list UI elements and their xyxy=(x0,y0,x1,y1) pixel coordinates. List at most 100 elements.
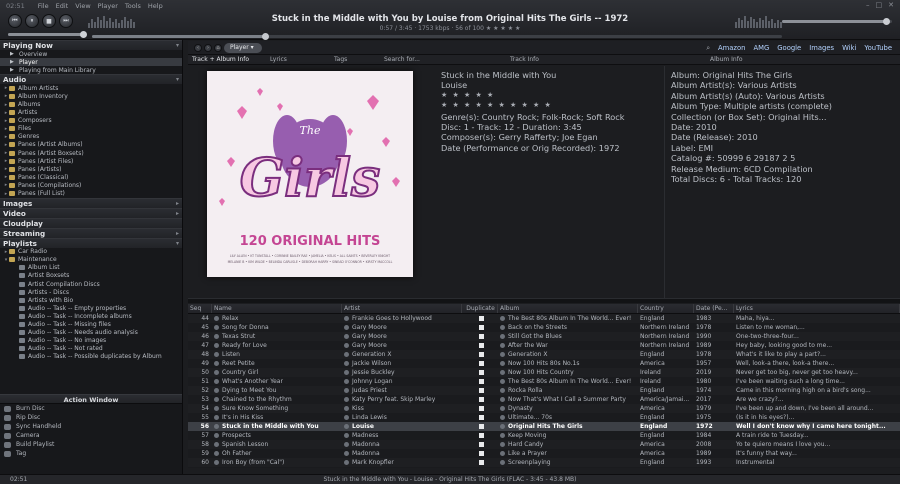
duplicate-checkbox[interactable] xyxy=(478,361,484,366)
cell-duplicate[interactable] xyxy=(462,413,498,422)
menu-tools[interactable]: Tools xyxy=(125,2,141,10)
back-button[interactable]: ‹ xyxy=(194,44,202,52)
cell-duplicate[interactable] xyxy=(462,377,498,386)
pause-button[interactable]: ⏸ xyxy=(25,14,39,28)
cell-duplicate[interactable] xyxy=(462,341,498,350)
tree-item-artist-compilation-discs[interactable]: Artist Compilation Discs xyxy=(0,280,182,288)
duplicate-checkbox[interactable] xyxy=(478,415,484,420)
duplicate-checkbox[interactable] xyxy=(478,325,484,330)
tree-item-artists[interactable]: ▸ Artists xyxy=(0,109,182,117)
table-row[interactable]: 47 Ready for Love Gary Moore After the War N… xyxy=(188,341,900,350)
table-row[interactable]: 56 Stuck in the Middle with You Louise Orig… xyxy=(188,422,900,431)
cell-duplicate[interactable] xyxy=(462,440,498,449)
duplicate-checkbox[interactable] xyxy=(478,424,484,429)
column-date[interactable]: Date (Pe... xyxy=(694,304,734,313)
tree-item-panes-artists[interactable]: ▸ Panes (Artists) xyxy=(0,165,182,173)
menu-edit[interactable]: Edit xyxy=(56,2,69,10)
tree-item-composers[interactable]: ▸ Composers xyxy=(0,117,182,125)
tree-item-genres[interactable]: ▸ Genres xyxy=(0,133,182,141)
tree-item-playing-from-main-library[interactable]: ▶ Playing from Main Library xyxy=(0,66,182,74)
duplicate-checkbox[interactable] xyxy=(478,352,484,357)
tree-item-artists-with-bio[interactable]: Artists with Bio xyxy=(0,296,182,304)
table-row[interactable]: 55 It's in His Kiss Linda Lewis Ultimate...… xyxy=(188,413,900,422)
menu-file[interactable]: File xyxy=(38,2,49,10)
table-row[interactable]: 53 Chained to the Rhythm Katy Perry feat. … xyxy=(188,395,900,404)
cell-duplicate[interactable] xyxy=(462,395,498,404)
duplicate-checkbox[interactable] xyxy=(478,379,484,384)
tab-lyrics[interactable]: Lyrics xyxy=(270,56,287,63)
tree-item-audio-task-not-rated[interactable]: Audio -- Task -- Not rated xyxy=(0,345,182,353)
column-artist[interactable]: Artist xyxy=(342,304,462,313)
section-playlists[interactable]: Playlists ▾ xyxy=(0,237,182,248)
table-row[interactable]: 49 Reet Petite Jackie Wilson Now 100 Hits 8… xyxy=(188,359,900,368)
pane-splitter[interactable] xyxy=(188,298,900,303)
action-camera[interactable]: Camera xyxy=(0,431,182,440)
duplicate-checkbox[interactable] xyxy=(478,370,484,375)
view-selector[interactable]: Player ▾ xyxy=(224,43,262,53)
cell-duplicate[interactable] xyxy=(462,359,498,368)
close-button[interactable]: ✕ xyxy=(888,1,894,9)
column-country[interactable]: Country xyxy=(638,304,694,313)
previous-button[interactable]: ⏮ xyxy=(8,14,22,28)
duplicate-checkbox[interactable] xyxy=(478,442,484,447)
table-row[interactable]: 57 Prospects Madness Keep Moving England 1984… xyxy=(188,431,900,440)
tab-tags[interactable]: Tags xyxy=(334,56,347,63)
cell-duplicate[interactable] xyxy=(462,368,498,377)
table-row[interactable]: 44 Relax Frankie Goes to Hollywood The Best… xyxy=(188,314,900,323)
volume-slider[interactable] xyxy=(782,18,892,25)
section-playing-now[interactable]: Playing Now ▾ xyxy=(0,40,182,50)
duplicate-checkbox[interactable] xyxy=(478,316,484,321)
link-wiki[interactable]: Wiki xyxy=(842,44,856,53)
cell-duplicate[interactable] xyxy=(462,422,498,431)
section-images[interactable]: Images ▸ xyxy=(0,197,182,208)
cell-duplicate[interactable] xyxy=(462,350,498,359)
menu-help[interactable]: Help xyxy=(148,2,163,10)
table-row[interactable]: 51 What's Another Year Johnny Logan The Bes… xyxy=(188,377,900,386)
link-amazon[interactable]: Amazon xyxy=(718,44,745,53)
cell-duplicate[interactable] xyxy=(462,332,498,341)
table-row[interactable]: 52 Dying to Meet You Judas Priest Rocka Rol… xyxy=(188,386,900,395)
cell-duplicate[interactable] xyxy=(462,314,498,323)
tree-item-files[interactable]: ▸ Files xyxy=(0,125,182,133)
tree-item-audio-task-missing-files[interactable]: Audio -- Task -- Missing files xyxy=(0,320,182,328)
cell-duplicate[interactable] xyxy=(462,323,498,332)
column-seq[interactable]: Seq xyxy=(188,304,212,313)
cell-duplicate[interactable] xyxy=(462,431,498,440)
tree-item-artists-discs[interactable]: Artists - Discs xyxy=(0,288,182,296)
table-row[interactable]: 58 Spanish Lesson Madonna Hard Candy America… xyxy=(188,440,900,449)
rating-stars[interactable]: ★ ★ ★ ★ ★ xyxy=(441,91,661,101)
seek-bar[interactable] xyxy=(92,33,782,40)
table-row[interactable]: 54 Sure Know Something Kiss Dynasty America 1… xyxy=(188,404,900,413)
action-burn-disc[interactable]: Burn Disc xyxy=(0,404,182,413)
tab-track-album-info[interactable]: Track + Album Info xyxy=(192,56,249,63)
action-tag[interactable]: Tag xyxy=(0,449,182,458)
tree-item-panes-artist-albums[interactable]: ▸ Panes (Artist Albums) xyxy=(0,141,182,149)
tree-item-player[interactable]: ▶ Player xyxy=(0,58,182,67)
action-build-playlist[interactable]: Build Playlist xyxy=(0,440,182,449)
tree-item-maintenance[interactable]: ▾ Maintenance xyxy=(0,256,182,264)
section-streaming[interactable]: Streaming ▸ xyxy=(0,227,182,238)
tree-item-panes-full-list[interactable]: ▸ Panes (Full List) xyxy=(0,190,182,198)
stop-button[interactable]: ■ xyxy=(42,14,56,28)
link-youtube[interactable]: YouTube xyxy=(864,44,892,53)
tree-item-album-list[interactable]: Album List xyxy=(0,264,182,272)
section-cloudplay[interactable]: Cloudplay xyxy=(0,217,182,228)
duplicate-checkbox[interactable] xyxy=(478,460,484,465)
table-row[interactable]: 59 Oh Father Madonna Like a Prayer America 19… xyxy=(188,449,900,458)
tree-item-albums[interactable]: ▸ Albums xyxy=(0,100,182,108)
table-row[interactable]: 50 Country Girl Jessie Buckley Now 100 Hits… xyxy=(188,368,900,377)
link-images[interactable]: Images xyxy=(809,44,834,53)
section-audio[interactable]: Audio ▾ xyxy=(0,74,182,85)
column-album[interactable]: Album xyxy=(498,304,638,313)
duplicate-checkbox[interactable] xyxy=(478,433,484,438)
tree-item-audio-task-needs-audio-analysis[interactable]: Audio -- Task -- Needs audio analysis xyxy=(0,329,182,337)
tree-item-audio-task-incomplete-albums[interactable]: Audio -- Task -- Incomplete albums xyxy=(0,312,182,320)
tree-item-panes-artist-files[interactable]: ▸ Panes (Artist Files) xyxy=(0,157,182,165)
link-google[interactable]: Google xyxy=(777,44,801,53)
tree-item-panes-classical[interactable]: ▸ Panes (Classical) xyxy=(0,173,182,181)
tree-item-album-artists[interactable]: ▸ Album Artists xyxy=(0,84,182,92)
duplicate-checkbox[interactable] xyxy=(478,451,484,456)
maximize-button[interactable]: □ xyxy=(876,1,883,9)
duplicate-checkbox[interactable] xyxy=(478,343,484,348)
duplicate-checkbox[interactable] xyxy=(478,388,484,393)
